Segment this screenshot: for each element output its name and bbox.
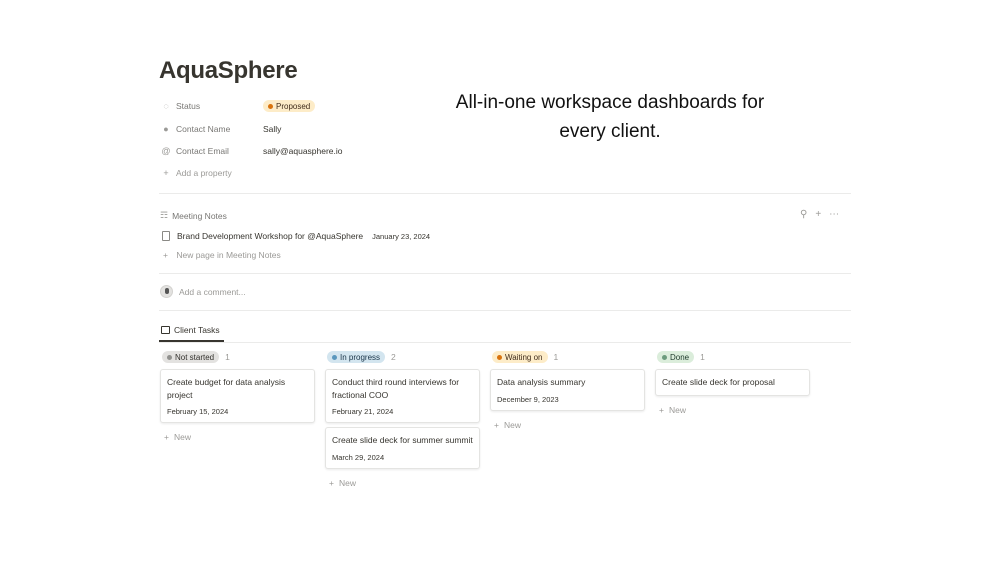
status-badge[interactable]: In progress (327, 351, 386, 363)
board-icon (161, 326, 170, 334)
status-value: Proposed (276, 101, 311, 111)
task-card[interactable]: Create slide deck for proposal (655, 369, 810, 396)
page-icon (162, 231, 170, 241)
property-name: Contact Name (176, 124, 231, 134)
status-dot (497, 354, 502, 360)
status-badge[interactable]: Done (657, 351, 695, 363)
new-card-button[interactable]: + New (494, 420, 645, 430)
meeting-notes-header[interactable]: ☶ Meeting Notes (160, 210, 227, 221)
plus-icon: + (329, 477, 334, 488)
column-status: In progress (340, 352, 381, 362)
meeting-note-row[interactable]: Brand Development Workshop for @AquaSphe… (162, 231, 430, 241)
status-badge[interactable]: Not started (162, 351, 220, 363)
divider (159, 310, 851, 311)
property-contact-name[interactable]: ● Contact Name Sally (161, 120, 281, 138)
column-header: Not started 1 (162, 350, 315, 364)
tab-label: Client Tasks (174, 325, 220, 335)
property-name: Status (176, 101, 201, 111)
status-badge[interactable]: Proposed (263, 100, 316, 112)
new-card-button[interactable]: + New (659, 405, 810, 415)
column-status: Not started (175, 352, 215, 362)
plus-icon: + (164, 432, 169, 442)
new-page-label: New page in Meeting Notes (176, 250, 281, 260)
column-status: Waiting on (505, 352, 543, 362)
card-title: Conduct third round interviews for fract… (332, 377, 460, 400)
status-dot (268, 103, 273, 109)
more-icon[interactable]: ⋯ (829, 209, 839, 220)
property-name: Contact Email (176, 146, 229, 156)
add-property-label: Add a property (176, 168, 232, 178)
status-badge[interactable]: Waiting on (492, 351, 548, 363)
divider (159, 273, 851, 274)
board-column-in-progress: In progress 2 Conduct third round interv… (325, 350, 480, 488)
card-date: February 15, 2024 (167, 407, 229, 416)
board-column-waiting-on: Waiting on 1 Data analysis summary Decem… (490, 350, 645, 430)
tagline-line-1: All-in-one workspace dashboards for (455, 92, 765, 113)
at-icon: @ (161, 146, 171, 156)
board-column-done: Done 1 Create slide deck for proposal + N… (655, 350, 810, 415)
plus-icon: + (494, 419, 499, 430)
person-icon: ● (163, 124, 169, 134)
plus-icon[interactable]: + (815, 209, 821, 220)
card-date: March 29, 2024 (332, 452, 385, 462)
card-title: Data analysis summary (497, 377, 586, 387)
task-card[interactable]: Data analysis summary December 9, 2023 (490, 369, 645, 411)
column-count: 1 (225, 352, 230, 362)
column-count: 1 (700, 352, 705, 362)
card-title: Create slide deck for summer summit (332, 435, 473, 445)
column-count: 2 (391, 352, 396, 362)
meeting-notes-label: Meeting Notes (172, 210, 227, 221)
people-icon: ☶ (160, 210, 169, 220)
property-contact-email[interactable]: @ Contact Email sally@aquasphere.io (161, 142, 343, 160)
property-value[interactable]: sally@aquasphere.io (263, 146, 343, 156)
tagline: All-in-one workspace dashboards for ever… (430, 88, 790, 146)
task-card[interactable]: Create budget for data analysis project … (160, 369, 315, 423)
new-label: New (338, 477, 356, 488)
column-header: In progress 2 (327, 350, 480, 364)
plus-icon: + (659, 404, 664, 415)
avatar (160, 285, 173, 298)
add-property-button[interactable]: + Add a property (161, 164, 232, 182)
card-title: Create budget for data analysis project (167, 377, 286, 400)
meeting-notes-actions: ⚲ + ⋯ (800, 209, 839, 220)
property-status[interactable]: ◌ Status Proposed (161, 97, 316, 115)
column-status: Done (670, 352, 690, 362)
card-title: Create slide deck for proposal (662, 377, 775, 387)
task-card[interactable]: Conduct third round interviews for fract… (325, 369, 480, 423)
status-icon: ◌ (163, 101, 169, 111)
new-meeting-note-button[interactable]: + New page in Meeting Notes (163, 250, 281, 260)
board-column-not-started: Not started 1 Create budget for data ana… (160, 350, 315, 442)
column-count: 1 (553, 352, 559, 362)
divider (159, 193, 851, 194)
note-title[interactable]: Brand Development Workshop for @AquaSphe… (177, 231, 363, 241)
new-label: New (668, 404, 686, 415)
property-value[interactable]: Sally (263, 124, 281, 134)
card-date: December 9, 2023 (497, 394, 559, 404)
new-card-button[interactable]: + New (329, 478, 480, 488)
task-card[interactable]: Create slide deck for summer summit Marc… (325, 427, 480, 469)
column-header: Waiting on 1 (492, 350, 645, 364)
card-date: February 21, 2024 (332, 407, 394, 416)
search-icon[interactable]: ⚲ (800, 209, 807, 220)
new-label: New (173, 432, 191, 442)
column-header: Done 1 (657, 350, 810, 364)
comment-placeholder[interactable]: Add a comment... (179, 287, 246, 297)
status-dot (332, 354, 337, 360)
plus-icon: + (163, 250, 168, 260)
new-card-button[interactable]: + New (164, 432, 315, 442)
tab-client-tasks[interactable]: Client Tasks (159, 324, 224, 342)
divider (159, 342, 851, 343)
status-dot (662, 354, 667, 360)
note-date: January 23, 2024 (372, 231, 431, 241)
status-dot (167, 354, 172, 360)
tagline-line-2: every client. (559, 121, 661, 142)
new-label: New (503, 419, 521, 430)
plus-icon: + (163, 168, 169, 178)
page-title[interactable]: AquaSphere (159, 57, 298, 85)
comment-input[interactable]: Add a comment... (160, 285, 246, 298)
